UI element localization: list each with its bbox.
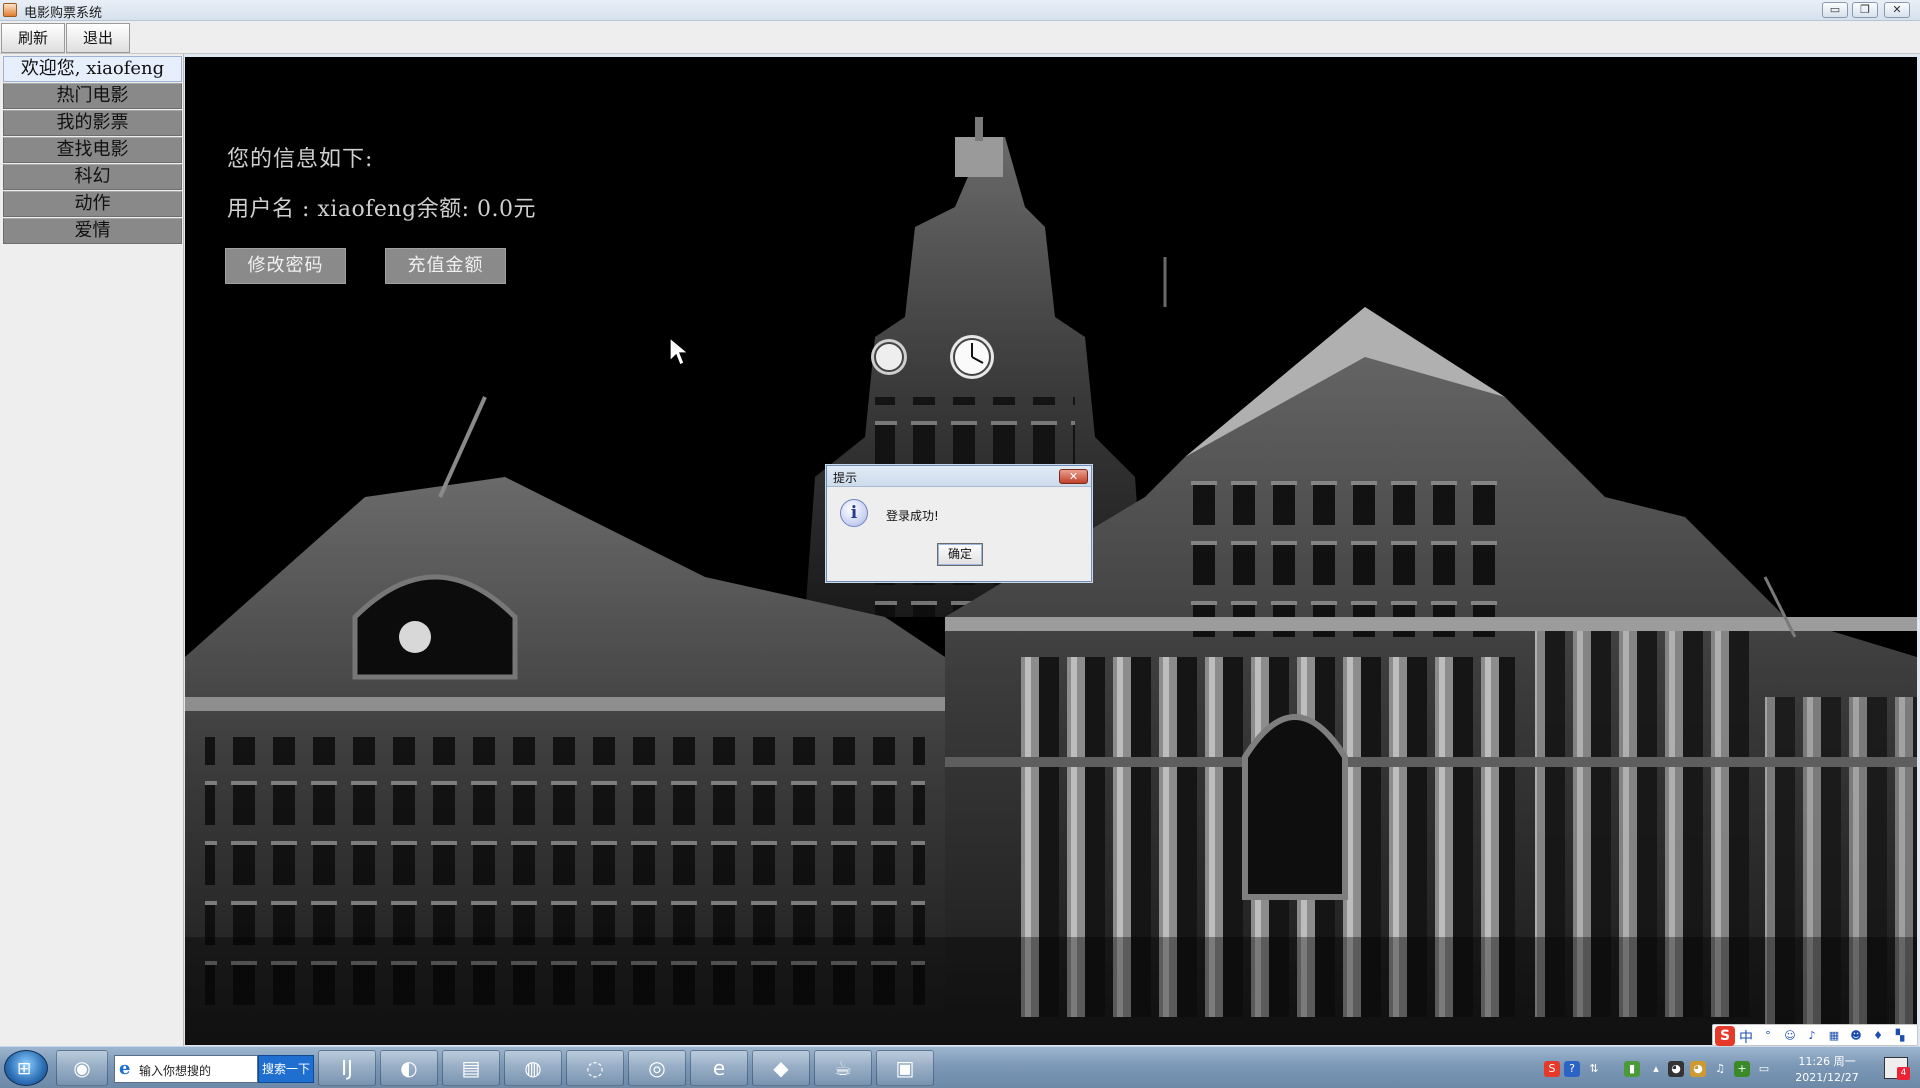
sidebar-item-hot-movies[interactable]: 热门电影 [3,83,182,109]
ime-language-toggle[interactable]: 中 [1739,1027,1753,1047]
dialog-title: 提示 [833,471,858,485]
info-heading: 您的信息如下: [227,147,374,172]
maximize-button[interactable]: ❐ [1852,2,1878,18]
clock-date[interactable]: 2021/12/27 [1788,1071,1866,1084]
microphone-icon[interactable]: ♪ [1805,1029,1819,1043]
sidebar: 欢迎您, xiaofeng 热门电影 我的影票 查找电影 科幻 动作 爱情 [0,54,184,1046]
emoji-icon[interactable]: ☺ [1783,1029,1797,1043]
ime-toolbar: S 中 ° ☺ ♪ ▦ ☻ ♦ ▚ [1712,1024,1918,1046]
ok-button[interactable]: 确定 [937,543,983,566]
app-icon [3,3,17,17]
show-hidden-icons[interactable]: ▴ [1648,1061,1664,1077]
security-icon[interactable]: + [1734,1061,1750,1077]
file-explorer-icon[interactable]: ▤ [442,1050,500,1086]
sidebar-item-action[interactable]: 动作 [3,191,182,217]
java-icon[interactable]: ☕ [814,1050,872,1086]
punctuation-icon[interactable]: ° [1761,1029,1775,1043]
sidebar-item-romance[interactable]: 爱情 [3,218,182,244]
welcome-label[interactable]: 欢迎您, xiaofeng [3,56,182,82]
change-password-button[interactable]: 修改密码 [225,248,346,284]
qq-icon-2[interactable]: ◕ [1690,1061,1706,1077]
sidebar-item-scifi[interactable]: 科幻 [3,164,182,190]
firefox-icon[interactable]: ◐ [380,1050,438,1086]
window-title: 电影购票系统 [24,6,103,21]
skin-icon[interactable]: ♦ [1871,1029,1885,1043]
user-icon[interactable]: ☻ [1849,1029,1863,1043]
taskbar: ⊞ ◉ e 输入你想搜的 搜索一下 IJ ◐ ▤ ◍ ◌ ◎ e ◆ ☕ ▣ S… [0,1046,1920,1088]
toolbar: 刷新 退出 [0,21,1920,54]
sogou-tray-icon[interactable]: S [1544,1061,1560,1077]
qq-icon[interactable]: ◕ [1668,1061,1684,1077]
info-icon: i [840,499,868,527]
taskbar-search-box[interactable]: e 输入你想搜的 [114,1055,258,1083]
app-icon[interactable]: ◍ [504,1050,562,1086]
intellij-icon[interactable]: IJ [318,1050,376,1086]
search-button[interactable]: 搜索一下 [258,1055,314,1083]
battery-icon[interactable]: ▮ [1624,1061,1640,1077]
recharge-button[interactable]: 充值金额 [385,248,506,284]
close-window-button[interactable]: ✕ [1884,2,1910,18]
desktop: 电影购票系统 ▭ ❐ ✕ 刷新 退出 欢迎您, xiaofeng 热门电影 我的… [0,0,1920,1088]
clock-time[interactable]: 11:26 周一 [1788,1053,1866,1069]
network-icon[interactable]: ⇅ [1586,1061,1602,1077]
sidebar-item-my-tickets[interactable]: 我的影票 [3,110,182,136]
chrome-icon[interactable]: ◎ [628,1050,686,1086]
sogou-ime-icon[interactable]: S [1715,1026,1735,1046]
help-icon[interactable]: ? [1564,1061,1580,1077]
sidebar-item-search-movie[interactable]: 查找电影 [3,137,182,163]
display-icon[interactable]: ▭ [1756,1061,1772,1077]
volume-icon[interactable]: ♫ [1712,1061,1728,1077]
user-info-line: 用户名 : xiaofeng余额: 0.0元 [227,197,537,222]
refresh-button[interactable]: 刷新 [1,23,65,53]
login-success-dialog: 提示 ✕ i 登录成功! 确定 [826,465,1092,582]
ball-app-icon[interactable]: ◉ [56,1050,108,1086]
mouse-cursor-icon [669,337,689,366]
notification-count-badge: 4 [1897,1067,1910,1080]
toolbox-icon[interactable]: ▚ [1893,1029,1907,1043]
start-button[interactable]: ⊞ [4,1050,48,1086]
terminal-icon[interactable]: ▣ [876,1050,934,1086]
wechat-icon[interactable]: ◌ [566,1050,624,1086]
dialog-message: 登录成功! [886,509,939,523]
window-titlebar: 电影购票系统 ▭ ❐ ✕ [0,0,1920,21]
360-browser-icon[interactable]: e [690,1050,748,1086]
windows-logo-icon: ⊞ [17,1059,32,1079]
dialog-close-button[interactable]: ✕ [1059,469,1088,484]
folder-app-icon[interactable]: ◆ [752,1050,810,1086]
keyboard-icon[interactable]: ▦ [1827,1029,1841,1043]
dialog-titlebar[interactable]: 提示 ✕ [827,466,1091,487]
minimize-button[interactable]: ▭ [1822,2,1848,18]
ie-icon: e [119,1058,131,1079]
search-input[interactable]: 输入你想搜的 [139,1062,211,1079]
logout-button[interactable]: 退出 [66,23,130,53]
